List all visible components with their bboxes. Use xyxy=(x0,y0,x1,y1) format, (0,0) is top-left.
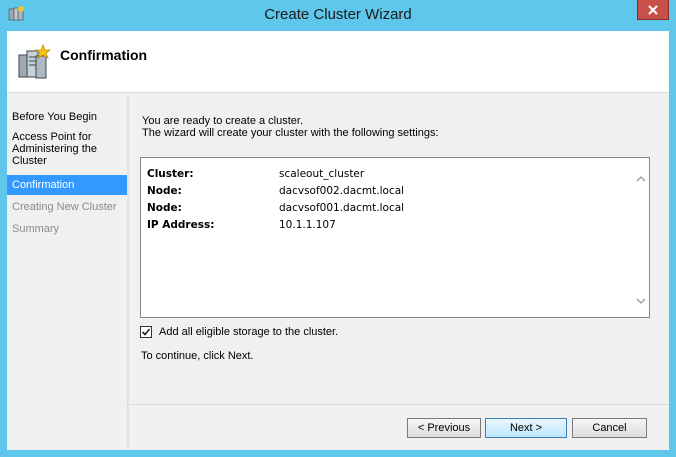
settings-row: IP Address: 10.1.1.107 xyxy=(147,217,404,234)
add-storage-checkbox[interactable] xyxy=(140,326,152,338)
title-bar[interactable]: Create Cluster Wizard xyxy=(0,0,676,31)
settings-key: IP Address: xyxy=(147,219,215,231)
intro-line-1: You are ready to create a cluster. xyxy=(142,115,304,127)
window-title: Create Cluster Wizard xyxy=(264,6,412,23)
settings-value: scaleout_cluster xyxy=(279,168,365,180)
settings-key: Node: xyxy=(147,202,182,214)
settings-key: Cluster: xyxy=(147,168,194,180)
settings-value: dacvsof002.dacmt.local xyxy=(279,185,405,197)
intro-line-2: The wizard will create your cluster with… xyxy=(142,127,439,139)
chevron-down-icon xyxy=(636,298,645,304)
add-storage-option[interactable]: Add all eligible storage to the cluster. xyxy=(140,326,338,338)
wizard-header: Confirmation xyxy=(7,31,669,93)
close-icon xyxy=(648,4,658,15)
chevron-up-icon xyxy=(636,175,645,181)
wizard-nav: Before You Begin Access Point for Admini… xyxy=(7,96,127,450)
wizard-window: Create Cluster Wizard Confirmation Befor… xyxy=(0,0,676,457)
nav-item-before-you-begin[interactable]: Before You Begin xyxy=(7,107,127,127)
settings-row: Node: dacvsof001.dacmt.local xyxy=(147,200,404,217)
wizard-client: Confirmation Before You Begin Access Poi… xyxy=(7,31,669,450)
nav-item-confirmation[interactable]: Confirmation xyxy=(7,175,127,195)
add-storage-label[interactable]: Add all eligible storage to the cluster. xyxy=(159,326,338,338)
scroll-down-button[interactable] xyxy=(632,292,649,309)
intro-text: You are ready to create a cluster. The w… xyxy=(142,115,439,139)
next-button[interactable]: Next > xyxy=(485,418,567,438)
scroll-up-button[interactable] xyxy=(632,170,649,187)
previous-button[interactable]: < Previous xyxy=(407,418,481,438)
settings-row: Cluster: scaleout_cluster xyxy=(147,166,404,183)
nav-item-creating-new-cluster: Creating New Cluster xyxy=(12,201,117,213)
footer-divider xyxy=(127,404,669,405)
cancel-button[interactable]: Cancel xyxy=(572,418,647,438)
settings-key: Node: xyxy=(147,185,182,197)
settings-box[interactable]: Cluster: scaleout_cluster Node: dacvsof0… xyxy=(140,157,650,318)
settings-row: Node: dacvsof002.dacmt.local xyxy=(147,183,404,200)
settings-scrollbar[interactable] xyxy=(632,158,649,317)
settings-value: 10.1.1.107 xyxy=(279,219,336,231)
settings-value: dacvsof001.dacmt.local xyxy=(279,202,405,214)
close-button[interactable] xyxy=(637,0,669,20)
nav-item-access-point[interactable]: Access Point for Administering the Clust… xyxy=(7,127,127,171)
cluster-servers-icon xyxy=(18,43,52,79)
page-title: Confirmation xyxy=(60,47,148,63)
content-panel: You are ready to create a cluster. The w… xyxy=(129,96,669,403)
checkmark-icon xyxy=(141,328,151,336)
nav-item-summary: Summary xyxy=(12,223,60,235)
continue-hint: To continue, click Next. xyxy=(141,350,254,362)
settings-list: Cluster: scaleout_cluster Node: dacvsof0… xyxy=(147,166,404,234)
